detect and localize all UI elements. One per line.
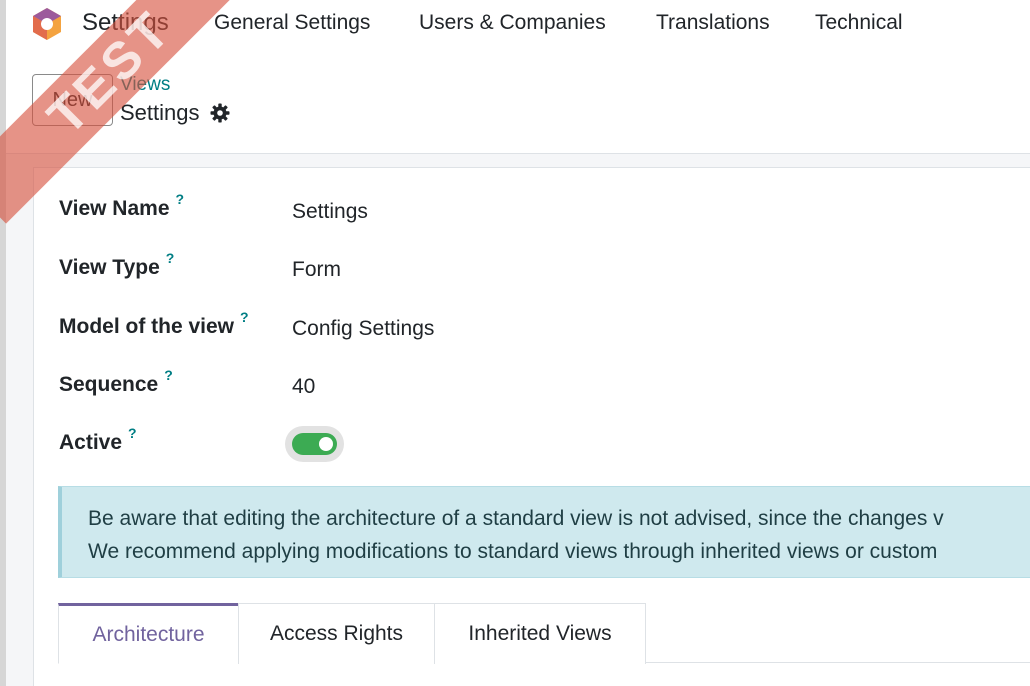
view-name-field[interactable]: Settings xyxy=(292,200,368,224)
field-label-active: Active? xyxy=(59,425,137,454)
menu-users-companies[interactable]: Users & Companies xyxy=(419,11,606,35)
field-label-model: Model of the view? xyxy=(59,309,249,338)
help-tooltip-icon[interactable]: ? xyxy=(176,191,185,207)
help-tooltip-icon[interactable]: ? xyxy=(166,250,175,266)
field-label-sequence: Sequence? xyxy=(59,367,173,396)
breadcrumb-current-label: Settings xyxy=(120,100,200,125)
model-field[interactable]: Config Settings xyxy=(292,317,434,341)
info-alert: Be aware that editing the architecture o… xyxy=(58,486,1030,578)
top-navbar: Settings General Settings Users & Compan… xyxy=(6,0,1030,50)
active-toggle[interactable] xyxy=(285,426,344,462)
menu-technical[interactable]: Technical xyxy=(815,11,903,35)
alert-line-2: We recommend applying modifications to s… xyxy=(88,540,938,563)
sequence-field[interactable]: 40 xyxy=(292,375,315,399)
field-label-view-name: View Name? xyxy=(59,191,185,220)
breadcrumb-parent-link[interactable]: Views xyxy=(120,74,170,96)
breadcrumb-current: Settings xyxy=(120,100,230,126)
view-type-field[interactable]: Form xyxy=(292,258,341,282)
menu-general-settings[interactable]: General Settings xyxy=(214,11,370,35)
active-toggle-track xyxy=(292,433,337,455)
field-label-view-type: View Type? xyxy=(59,250,175,279)
gear-icon[interactable] xyxy=(210,103,230,123)
tab-inherited-views[interactable]: Inherited Views xyxy=(434,603,646,664)
app-logo-icon[interactable] xyxy=(30,7,64,41)
menu-translations[interactable]: Translations xyxy=(656,11,770,35)
help-tooltip-icon[interactable]: ? xyxy=(240,309,249,325)
tab-architecture[interactable]: Architecture xyxy=(58,603,239,664)
notebook-tabs: Architecture Access Rights Inherited Vie… xyxy=(58,603,1030,664)
help-tooltip-icon[interactable]: ? xyxy=(164,367,173,383)
help-tooltip-icon[interactable]: ? xyxy=(128,425,137,441)
new-button[interactable]: New xyxy=(32,74,113,126)
tab-access-rights[interactable]: Access Rights xyxy=(238,603,435,664)
app-title[interactable]: Settings xyxy=(82,9,169,37)
alert-line-1: Be aware that editing the architecture o… xyxy=(88,507,944,530)
active-toggle-knob xyxy=(319,437,333,451)
